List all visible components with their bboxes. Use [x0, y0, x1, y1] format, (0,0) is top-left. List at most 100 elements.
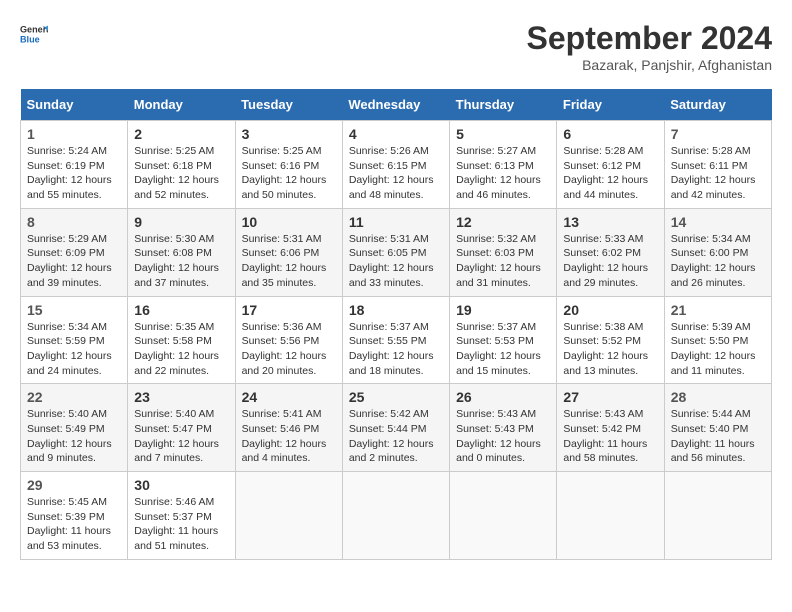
- day-number: 12: [456, 214, 550, 230]
- day-number: 17: [242, 302, 336, 318]
- calendar-day-cell: [450, 472, 557, 560]
- day-info: Sunrise: 5:41 AMSunset: 5:46 PMDaylight:…: [242, 408, 327, 464]
- calendar-day-cell: [557, 472, 664, 560]
- calendar-day-cell: [235, 472, 342, 560]
- calendar-day-cell: 10 Sunrise: 5:31 AMSunset: 6:06 PMDaylig…: [235, 208, 342, 296]
- day-info: Sunrise: 5:32 AMSunset: 6:03 PMDaylight:…: [456, 233, 541, 289]
- weekday-header: Monday: [128, 89, 235, 121]
- day-info: Sunrise: 5:25 AMSunset: 6:16 PMDaylight:…: [242, 145, 327, 201]
- day-info: Sunrise: 5:31 AMSunset: 6:05 PMDaylight:…: [349, 233, 434, 289]
- weekday-header: Tuesday: [235, 89, 342, 121]
- calendar-day-cell: 21 Sunrise: 5:39 AMSunset: 5:50 PMDaylig…: [664, 296, 771, 384]
- day-info: Sunrise: 5:43 AMSunset: 5:42 PMDaylight:…: [563, 408, 647, 464]
- day-info: Sunrise: 5:33 AMSunset: 6:02 PMDaylight:…: [563, 233, 648, 289]
- day-info: Sunrise: 5:37 AMSunset: 5:53 PMDaylight:…: [456, 321, 541, 377]
- calendar-table: SundayMondayTuesdayWednesdayThursdayFrid…: [20, 89, 772, 560]
- calendar-day-cell: 26 Sunrise: 5:43 AMSunset: 5:43 PMDaylig…: [450, 384, 557, 472]
- weekday-header: Wednesday: [342, 89, 449, 121]
- weekday-header: Thursday: [450, 89, 557, 121]
- weekday-header: Friday: [557, 89, 664, 121]
- day-info: Sunrise: 5:45 AMSunset: 5:39 PMDaylight:…: [27, 496, 111, 552]
- calendar-day-cell: 11 Sunrise: 5:31 AMSunset: 6:05 PMDaylig…: [342, 208, 449, 296]
- calendar-day-cell: 1 Sunrise: 5:24 AMSunset: 6:19 PMDayligh…: [21, 121, 128, 209]
- day-number: 2: [134, 126, 228, 142]
- day-info: Sunrise: 5:42 AMSunset: 5:44 PMDaylight:…: [349, 408, 434, 464]
- day-info: Sunrise: 5:43 AMSunset: 5:43 PMDaylight:…: [456, 408, 541, 464]
- day-number: 4: [349, 126, 443, 142]
- day-number: 26: [456, 389, 550, 405]
- day-number: 21: [671, 302, 765, 318]
- day-number: 22: [27, 389, 121, 405]
- day-info: Sunrise: 5:39 AMSunset: 5:50 PMDaylight:…: [671, 321, 756, 377]
- day-number: 1: [27, 126, 121, 142]
- day-info: Sunrise: 5:25 AMSunset: 6:18 PMDaylight:…: [134, 145, 219, 201]
- day-info: Sunrise: 5:28 AMSunset: 6:12 PMDaylight:…: [563, 145, 648, 201]
- day-number: 11: [349, 214, 443, 230]
- day-info: Sunrise: 5:37 AMSunset: 5:55 PMDaylight:…: [349, 321, 434, 377]
- weekday-header: Saturday: [664, 89, 771, 121]
- day-number: 10: [242, 214, 336, 230]
- calendar-day-cell: [342, 472, 449, 560]
- day-info: Sunrise: 5:38 AMSunset: 5:52 PMDaylight:…: [563, 321, 648, 377]
- svg-text:General: General: [20, 25, 48, 35]
- calendar-day-cell: 18 Sunrise: 5:37 AMSunset: 5:55 PMDaylig…: [342, 296, 449, 384]
- calendar-week-row: 1 Sunrise: 5:24 AMSunset: 6:19 PMDayligh…: [21, 121, 772, 209]
- logo: General Blue: [20, 20, 48, 48]
- month-title: September 2024: [527, 20, 772, 57]
- calendar-day-cell: 29 Sunrise: 5:45 AMSunset: 5:39 PMDaylig…: [21, 472, 128, 560]
- logo-icon: General Blue: [20, 20, 48, 48]
- page-header: General Blue September 2024 Bazarak, Pan…: [20, 20, 772, 73]
- day-info: Sunrise: 5:44 AMSunset: 5:40 PMDaylight:…: [671, 408, 755, 464]
- day-number: 13: [563, 214, 657, 230]
- day-number: 25: [349, 389, 443, 405]
- day-info: Sunrise: 5:34 AMSunset: 6:00 PMDaylight:…: [671, 233, 756, 289]
- calendar-day-cell: 7 Sunrise: 5:28 AMSunset: 6:11 PMDayligh…: [664, 121, 771, 209]
- day-info: Sunrise: 5:30 AMSunset: 6:08 PMDaylight:…: [134, 233, 219, 289]
- day-info: Sunrise: 5:24 AMSunset: 6:19 PMDaylight:…: [27, 145, 112, 201]
- calendar-day-cell: 23 Sunrise: 5:40 AMSunset: 5:47 PMDaylig…: [128, 384, 235, 472]
- calendar-day-cell: 17 Sunrise: 5:36 AMSunset: 5:56 PMDaylig…: [235, 296, 342, 384]
- day-number: 24: [242, 389, 336, 405]
- calendar-day-cell: 25 Sunrise: 5:42 AMSunset: 5:44 PMDaylig…: [342, 384, 449, 472]
- day-number: 6: [563, 126, 657, 142]
- day-info: Sunrise: 5:35 AMSunset: 5:58 PMDaylight:…: [134, 321, 219, 377]
- day-number: 14: [671, 214, 765, 230]
- header-row: SundayMondayTuesdayWednesdayThursdayFrid…: [21, 89, 772, 121]
- calendar-week-row: 15 Sunrise: 5:34 AMSunset: 5:59 PMDaylig…: [21, 296, 772, 384]
- calendar-day-cell: 5 Sunrise: 5:27 AMSunset: 6:13 PMDayligh…: [450, 121, 557, 209]
- day-info: Sunrise: 5:28 AMSunset: 6:11 PMDaylight:…: [671, 145, 756, 201]
- calendar-day-cell: 27 Sunrise: 5:43 AMSunset: 5:42 PMDaylig…: [557, 384, 664, 472]
- calendar-day-cell: 4 Sunrise: 5:26 AMSunset: 6:15 PMDayligh…: [342, 121, 449, 209]
- day-number: 28: [671, 389, 765, 405]
- calendar-day-cell: 14 Sunrise: 5:34 AMSunset: 6:00 PMDaylig…: [664, 208, 771, 296]
- calendar-day-cell: 13 Sunrise: 5:33 AMSunset: 6:02 PMDaylig…: [557, 208, 664, 296]
- calendar-day-cell: 15 Sunrise: 5:34 AMSunset: 5:59 PMDaylig…: [21, 296, 128, 384]
- calendar-day-cell: 30 Sunrise: 5:46 AMSunset: 5:37 PMDaylig…: [128, 472, 235, 560]
- calendar-week-row: 29 Sunrise: 5:45 AMSunset: 5:39 PMDaylig…: [21, 472, 772, 560]
- day-info: Sunrise: 5:27 AMSunset: 6:13 PMDaylight:…: [456, 145, 541, 201]
- day-number: 18: [349, 302, 443, 318]
- calendar-day-cell: 8 Sunrise: 5:29 AMSunset: 6:09 PMDayligh…: [21, 208, 128, 296]
- day-number: 23: [134, 389, 228, 405]
- day-number: 16: [134, 302, 228, 318]
- location: Bazarak, Panjshir, Afghanistan: [527, 57, 772, 73]
- day-info: Sunrise: 5:40 AMSunset: 5:49 PMDaylight:…: [27, 408, 112, 464]
- title-area: September 2024 Bazarak, Panjshir, Afghan…: [527, 20, 772, 73]
- calendar-day-cell: 19 Sunrise: 5:37 AMSunset: 5:53 PMDaylig…: [450, 296, 557, 384]
- calendar-day-cell: 6 Sunrise: 5:28 AMSunset: 6:12 PMDayligh…: [557, 121, 664, 209]
- day-number: 19: [456, 302, 550, 318]
- day-info: Sunrise: 5:36 AMSunset: 5:56 PMDaylight:…: [242, 321, 327, 377]
- calendar-day-cell: [664, 472, 771, 560]
- calendar-day-cell: 24 Sunrise: 5:41 AMSunset: 5:46 PMDaylig…: [235, 384, 342, 472]
- calendar-week-row: 8 Sunrise: 5:29 AMSunset: 6:09 PMDayligh…: [21, 208, 772, 296]
- day-number: 7: [671, 126, 765, 142]
- day-info: Sunrise: 5:31 AMSunset: 6:06 PMDaylight:…: [242, 233, 327, 289]
- day-number: 20: [563, 302, 657, 318]
- calendar-day-cell: 22 Sunrise: 5:40 AMSunset: 5:49 PMDaylig…: [21, 384, 128, 472]
- calendar-day-cell: 20 Sunrise: 5:38 AMSunset: 5:52 PMDaylig…: [557, 296, 664, 384]
- day-info: Sunrise: 5:26 AMSunset: 6:15 PMDaylight:…: [349, 145, 434, 201]
- day-number: 9: [134, 214, 228, 230]
- day-number: 8: [27, 214, 121, 230]
- day-number: 30: [134, 477, 228, 493]
- svg-text:Blue: Blue: [20, 34, 40, 44]
